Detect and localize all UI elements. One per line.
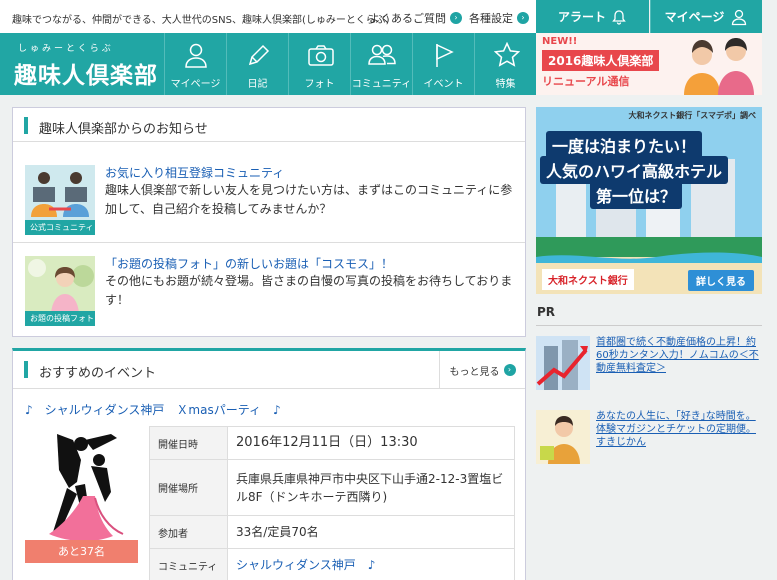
pr-heading: PR [537,305,556,319]
pr-thumbnail[interactable] [536,336,590,390]
pr-thumbnail[interactable] [536,410,590,464]
logo-ruby: しゅみーとくらぶ [18,44,114,54]
settings-label: 各種設定 [469,12,513,25]
nav-item-feature[interactable]: 特集 [474,33,536,95]
row-value: 兵庫県兵庫県神戸市中央区下山手通2-12-3置塩ビル8F（ドンキホーテ西隣り) [227,459,515,516]
notice-title-link[interactable]: 「お題の投稿フォト」の新しいお題は「コスモス」！ [105,255,393,272]
row-value-cell: シャルウィダンス神戸 ♪ [227,548,515,580]
ad-cta-button[interactable]: 詳しく見る [688,270,754,291]
top-bar: 趣味でつながる、仲間ができる、大人世代のSNS、趣味人倶楽部(しゅみーとくらぶ)… [0,0,536,33]
event-title-link[interactable]: ♪ シャルウィダンス神戸 Ｘmasパーティ ♪ [25,401,281,418]
person-icon [732,9,747,25]
events-title: おすすめのイベント [39,366,157,381]
nav-label: コミュニティ [351,79,412,90]
notice-body: その他にもお題が続々登場。皆さまの自慢の写真の投稿をお待ちしております！ [105,274,513,307]
pencil-icon [248,44,270,66]
row-label: 開催場所 [149,459,228,516]
nav-item-event[interactable]: イベント [412,33,474,95]
notice-thumbnail[interactable]: 公式コミュニティ [25,165,95,235]
nav-label: 特集 [495,79,516,90]
more-label: もっと見る [449,366,500,378]
row-label: 参加者 [149,515,228,549]
mypage-label: マイページ [664,10,725,24]
nav-item-community[interactable]: コミュニティ [350,33,412,95]
section-accent-bar [24,117,28,134]
ad-sponsor: 大和ネクスト銀行「スマデポ」調べ [628,111,756,120]
notice-thumbnail[interactable]: お題の投稿フォト [25,256,95,326]
promo-people-image [684,38,754,95]
event-details-table: 開催日時 2016年12月11日（日）13:30 開催場所 兵庫県兵庫県神戸市中… [149,426,515,580]
alert-button[interactable]: アラート [536,0,649,33]
main-nav: しゅみーとくらぶ 趣味人倶楽部 マイページ 日記 フォト コミュニティ イベント… [0,33,536,95]
ad-bank-name: 大和ネクスト銀行 [542,269,634,290]
remaining-seats-badge: あと37名 [25,540,138,563]
ad-headline-2: 人気のハワイ高級ホテル [540,156,729,184]
nav-item-diary[interactable]: 日記 [226,33,288,95]
row-label: 開催日時 [149,426,228,460]
alert-label: アラート [557,10,606,24]
hawaii-hotel-ad[interactable]: 大和ネクスト銀行「スマデポ」調べ 一度は泊まりたい！ 人気のハワイ高級ホテル 第… [536,107,762,294]
arrow-right-icon: › [450,12,462,24]
notices-card: 趣味人倶楽部からのお知らせ 公式コミュニティ お気に入り相互登録コミュニティ 趣… [12,107,526,337]
ad-headline-1: 一度は泊まりたい！ [546,131,703,159]
table-row: 開催日時 2016年12月11日（日）13:30 [149,426,515,460]
nav-label: 日記 [247,79,268,90]
notice-item: 公式コミュニティ お気に入り相互登録コミュニティ 趣味人倶楽部で新しい友人を見つ… [13,158,525,241]
arrow-right-icon: › [517,12,529,24]
table-row: 開催場所 兵庫県兵庫県神戸市中央区下山手通2-12-3置塩ビル8F（ドンキホーテ… [149,459,515,516]
notices-header: 趣味人倶楽部からのお知らせ [13,108,525,142]
site-logo[interactable]: しゅみーとくらぶ 趣味人倶楽部 [14,41,158,90]
notices-title: 趣味人倶楽部からのお知らせ [39,122,208,137]
row-value: 2016年12月11日（日）13:30 [227,426,515,460]
section-accent-bar [24,361,28,378]
arrow-right-icon: › [503,364,516,376]
person-icon [185,43,207,68]
nav-item-mypage[interactable]: マイページ [164,33,226,95]
promo-year-label: 2016趣味人倶楽部 [542,50,660,71]
thumb-tag: 公式コミュニティ [25,220,95,235]
notice-title-link[interactable]: お気に入り相互登録コミュニティ [105,164,284,181]
logo-title: 趣味人倶楽部 [14,63,158,89]
promo-new-label: NEW!! [542,36,578,47]
divider [536,325,762,326]
site-tagline: 趣味でつながる、仲間ができる、大人世代のSNS、趣味人倶楽部(しゅみーとくらぶ) [12,15,390,26]
people-icon [368,44,396,65]
building-chart-image [536,336,590,390]
settings-link[interactable]: 各種設定 › [469,10,529,26]
table-row: 参加者 33名/定員70名 [149,515,515,549]
pr-link[interactable]: 首都圏で続く不動産価格の上昇！約60秒カンタン入力！ノムコムの＜不動産無料査定＞ [596,336,762,375]
thumb-tag: お題の投稿フォト [25,311,95,326]
flag-icon [436,43,454,67]
mypage-button[interactable]: マイページ [650,0,762,33]
table-row: コミュニティ シャルウィダンス神戸 ♪ [149,548,515,580]
faq-link[interactable]: よくあるご質問 › [369,10,462,26]
notice-item: お題の投稿フォト 「お題の投稿フォト」の新しいお題は「コスモス」！ その他にもお… [13,249,525,332]
ad-headline-3: 第一位は？ [590,181,683,209]
star-icon [494,42,520,67]
nav-label: イベント [423,79,464,90]
nav-label: フォト [304,79,335,90]
camera-icon [308,45,334,66]
nav-label: マイページ [170,79,221,90]
bell-icon [612,9,626,25]
pr-link[interactable]: あなたの人生に、｢好き｣な時間を。体験マガジンとチケットの定期便。すきじかん [596,410,762,449]
events-card: おすすめのイベント もっと見る › ♪ シャルウィダンス神戸 Ｘmasパーティ … [12,348,526,580]
nav-item-photo[interactable]: フォト [288,33,350,95]
faq-label: よくあるご質問 [369,12,446,25]
divider [13,242,525,243]
pr-item[interactable]: 首都圏で続く不動産価格の上昇！約60秒カンタン入力！ノムコムの＜不動産無料査定＞ [536,336,762,396]
notice-body: 趣味人倶楽部で新しい友人を見つけたい方は、まずはこのコミュニティに参加して、自己… [105,183,513,216]
row-value: 33名/定員70名 [227,515,515,549]
community-link[interactable]: シャルウィダンス神戸 ♪ [236,558,375,572]
more-events-button[interactable]: もっと見る › [439,351,525,389]
promo-sub-label: リニューアル通信 [542,75,630,88]
row-label: コミュニティ [149,548,228,580]
pr-item[interactable]: あなたの人生に、｢好き｣な時間を。体験マガジンとチケットの定期便。すきじかん [536,410,762,470]
events-header: おすすめのイベント もっと見る › [13,351,525,389]
man-reading-image [536,410,590,464]
renewal-promo-banner[interactable]: NEW!! 2016趣味人倶楽部 リニューアル通信 [536,33,762,95]
